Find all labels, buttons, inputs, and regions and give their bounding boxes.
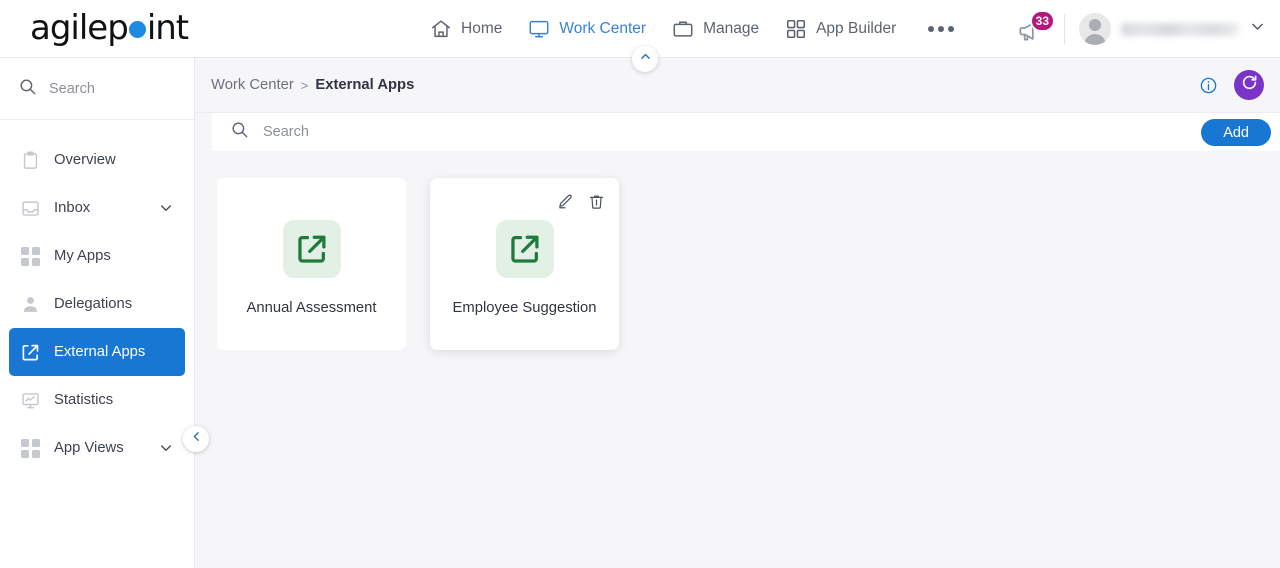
sidebar-label-external-apps: External Apps [54,344,146,360]
sidebar-label-app-views: App Views [54,440,124,456]
home-icon [430,18,452,40]
main-navigation: Home Work Center Manage App Builder [430,0,955,58]
grid-icon [20,246,40,266]
briefcase-icon [672,18,694,40]
notification-badge: 33 [1029,10,1055,32]
nav-item-work-center[interactable]: Work Center [528,0,646,58]
sidebar-label-delegations: Delegations [54,296,133,312]
user-menu[interactable] [1079,13,1266,45]
agilepoint-logo[interactable]: agilep int [30,8,189,48]
application-window: agilep int Home Work Center Manage App B… [0,0,1280,568]
chevron-down-icon[interactable] [158,200,174,216]
nav-item-app-builder[interactable]: App Builder [785,0,896,58]
external-link-icon [495,220,554,278]
sidebar-item-my-apps[interactable]: My Apps [9,232,185,280]
content-area: Work Center > External Apps Search Add A… [195,46,1280,568]
external-apps-grid: Annual Assessment Employee Suggestion [195,151,1280,350]
chevron-left-icon [190,430,203,448]
sidebar-item-external-apps[interactable]: External Apps [9,328,185,376]
add-button[interactable]: Add [1201,119,1271,146]
logo-text-before: agilep [30,8,129,48]
logo-text-after: int [146,8,189,48]
breadcrumb-current: External Apps [315,77,415,93]
pencil-icon[interactable] [557,193,574,210]
sidebar-item-statistics[interactable]: Statistics [9,376,185,424]
clipboard-icon [20,150,40,170]
sidebar-search[interactable]: Search [0,58,194,120]
user-name [1121,22,1239,36]
nav-item-manage[interactable]: Manage [672,0,759,58]
refresh-button[interactable] [1234,70,1264,100]
refresh-icon [1240,73,1259,97]
inbox-icon [20,198,40,218]
sidebar-label-overview: Overview [54,152,116,168]
avatar-icon [1079,13,1111,45]
header-divider [1064,14,1065,44]
sidebar-item-app-views[interactable]: App Views [9,424,185,472]
nav-label-manage: Manage [703,20,760,37]
breadcrumb-parent[interactable]: Work Center [211,77,294,93]
app-card-title: Employee Suggestion [452,300,597,316]
sidebar-collapse-button[interactable] [183,426,209,452]
sidebar-label-statistics: Statistics [54,392,114,408]
nav-label-app-builder: App Builder [816,20,897,37]
nav-item-home[interactable]: Home [430,0,502,58]
app-card-actions [557,193,605,210]
sidebar: Search Overview Inbox My Apps Delegation… [0,58,209,568]
chevron-up-icon [639,50,652,68]
nav-label-home: Home [461,20,503,37]
external-link-icon [282,220,341,278]
sidebar-item-inbox[interactable]: Inbox [9,184,185,232]
logo-dot-icon [128,21,146,38]
breadcrumb-bar: Work Center > External Apps [195,46,1280,113]
app-card-title: Annual Assessment [246,300,377,316]
person-icon [20,294,40,314]
grid-icon [785,18,807,40]
app-card-annual-assessment[interactable]: Annual Assessment [217,178,406,350]
breadcrumb-actions [1199,70,1264,100]
header-collapse-button[interactable] [632,46,658,72]
content-search-bar: Add [212,113,1280,151]
sidebar-label-my-apps: My Apps [54,248,111,264]
sidebar-item-delegations[interactable]: Delegations [9,280,185,328]
nav-label-work-center: Work Center [559,20,647,37]
search-icon [230,120,249,144]
notifications-button[interactable]: 33 [1016,10,1055,46]
external-link-icon [20,342,40,362]
search-icon [18,77,37,101]
search-input[interactable] [263,113,1268,151]
statistics-icon [20,390,40,410]
sidebar-item-overview[interactable]: Overview [9,136,185,184]
sidebar-label-inbox: Inbox [54,200,91,216]
sidebar-menu: Overview Inbox My Apps Delegations Exter… [0,120,194,472]
app-card-employee-suggestion[interactable]: Employee Suggestion [430,178,619,350]
ellipsis-icon[interactable] [928,0,955,58]
chevron-down-icon[interactable] [158,440,174,456]
sidebar-search-placeholder: Search [49,80,95,97]
breadcrumb-separator: > [300,77,309,93]
monitor-icon [528,18,550,40]
trash-icon[interactable] [588,193,605,210]
grid-icon [20,438,40,458]
chevron-down-icon[interactable] [1249,18,1266,40]
top-right-actions: 33 [1016,0,1266,58]
info-icon[interactable] [1199,76,1218,95]
